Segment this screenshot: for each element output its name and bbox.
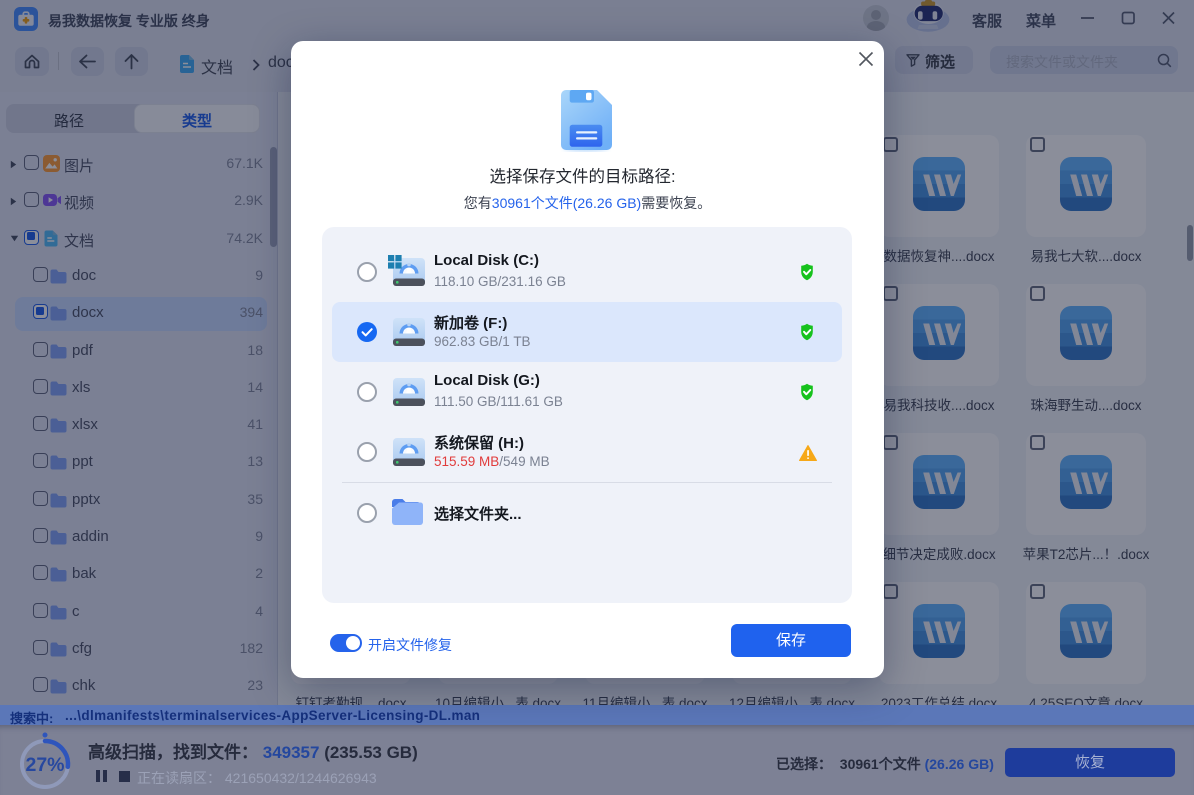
svg-text:27%: 27% [25,754,64,776]
